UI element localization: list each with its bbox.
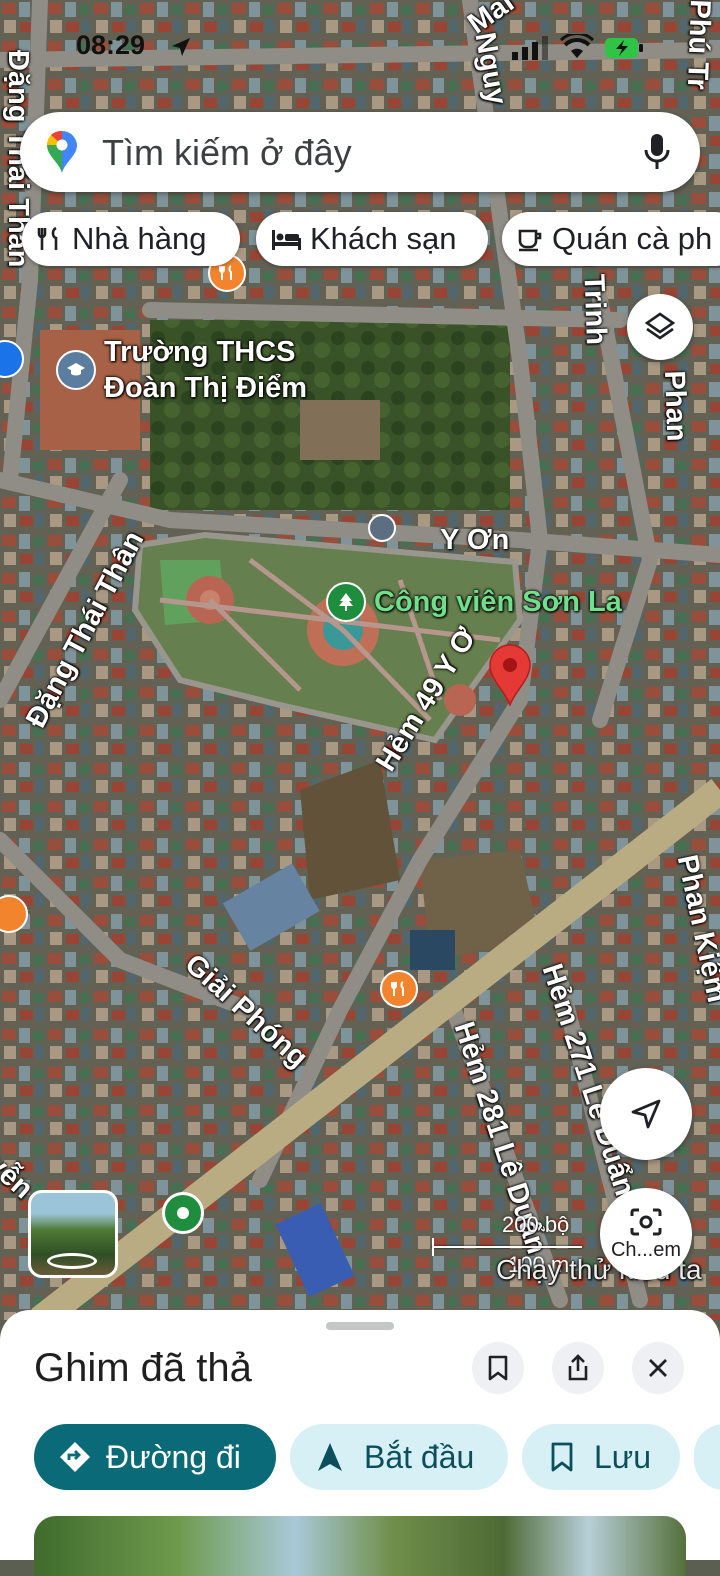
my-location-button[interactable] — [600, 1068, 692, 1160]
search-input[interactable]: Tìm kiếm ở đây — [102, 132, 352, 174]
restaurant-pin-icon[interactable] — [380, 970, 418, 1008]
save-label: Lưu — [594, 1438, 652, 1475]
sheet-drag-handle[interactable] — [326, 1322, 394, 1330]
map-label-y-on: Y Ơn — [440, 524, 510, 556]
green-place-pin-icon[interactable] — [162, 1192, 204, 1234]
map-label-park: Công viên Sơn La — [374, 586, 622, 618]
camera-lens-icon — [630, 1208, 662, 1235]
start-arrow-icon — [318, 1443, 342, 1471]
school-pin-icon[interactable] — [56, 350, 96, 390]
map-label-school: Trường THCS Đoàn Thị Điểm — [104, 334, 307, 406]
location-arrow-icon — [170, 36, 192, 63]
google-maps-pin-icon — [46, 130, 78, 179]
share-icon — [568, 1354, 588, 1381]
microphone-icon[interactable] — [642, 132, 672, 177]
start-button[interactable]: Bắt đầu — [290, 1424, 508, 1490]
lens-label: Ch...em — [610, 1238, 682, 1261]
start-label: Bắt đầu — [364, 1438, 475, 1475]
bus-stop-icon[interactable] — [368, 514, 396, 542]
close-icon-button[interactable] — [632, 1342, 684, 1394]
directions-icon — [60, 1442, 90, 1472]
navigation-arrow-icon — [631, 1099, 661, 1129]
chip-hotels-label: Khách sạn — [310, 221, 457, 256]
chip-cafes-label: Quán cà ph — [552, 221, 713, 256]
street-view-thumbnail[interactable] — [28, 1190, 118, 1278]
layers-button[interactable] — [627, 294, 693, 360]
bookmark-outline-icon — [551, 1442, 573, 1472]
wifi-icon — [559, 32, 595, 65]
coffee-cup-icon — [518, 229, 542, 252]
chip-hotels[interactable]: Khách sạn — [256, 212, 488, 266]
park-pin-icon[interactable] — [326, 582, 366, 622]
chip-cafes[interactable]: Quán cà ph — [502, 212, 720, 266]
chip-restaurants[interactable]: Nhà hàng — [22, 212, 240, 266]
map-label-phan: Phan — [658, 370, 693, 442]
place-photo[interactable] — [34, 1516, 686, 1576]
rotate-360-icon — [47, 1253, 97, 1269]
scale-feet-label: 200 bộ — [502, 1212, 570, 1237]
chip-restaurants-label: Nhà hàng — [72, 221, 207, 256]
map-label-school-text: Trường THCS Đoàn Thị Điểm — [104, 336, 308, 404]
share-icon-button[interactable] — [552, 1342, 604, 1394]
directions-button[interactable]: Đường đi — [34, 1424, 276, 1490]
bookmark-icon — [488, 1355, 508, 1381]
map-label-phu-tr: Phú Tr — [680, 0, 716, 91]
scale-line — [432, 1246, 582, 1248]
dropped-pin-icon[interactable] — [488, 644, 532, 706]
sheet-title: Ghim đã thả — [34, 1346, 252, 1390]
save-button[interactable]: Lưu — [522, 1424, 680, 1490]
layers-icon — [644, 312, 676, 340]
battery-icon — [604, 36, 644, 65]
lens-button[interactable]: Ch...em — [600, 1188, 692, 1280]
close-icon — [649, 1359, 667, 1377]
fork-knife-icon — [37, 226, 58, 250]
cellular-signal-icon — [512, 36, 548, 65]
search-bar[interactable]: Tìm kiếm ở đây — [20, 112, 700, 192]
status-time: 08:29 — [76, 30, 146, 60]
save-icon-button[interactable] — [472, 1342, 524, 1394]
directions-label: Đường đi — [106, 1438, 241, 1475]
bed-icon — [272, 230, 301, 250]
